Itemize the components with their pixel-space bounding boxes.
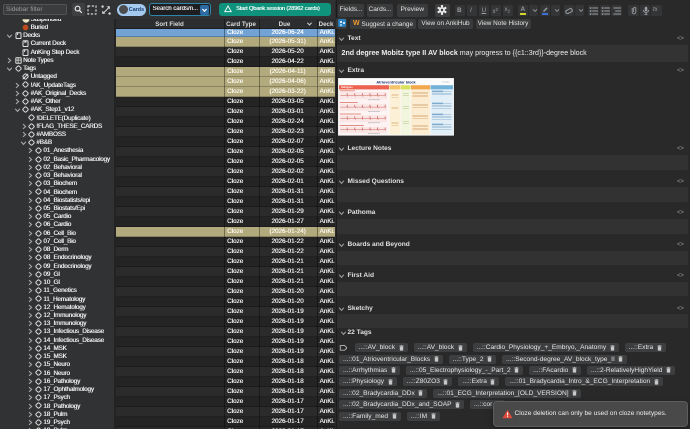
svg-text:Atrioventricular block: Atrioventricular block [376,81,416,85]
svg-text:Subtypes: Subtypes [341,85,353,89]
svg-text:first aid p.: first aid p. [442,81,450,84]
